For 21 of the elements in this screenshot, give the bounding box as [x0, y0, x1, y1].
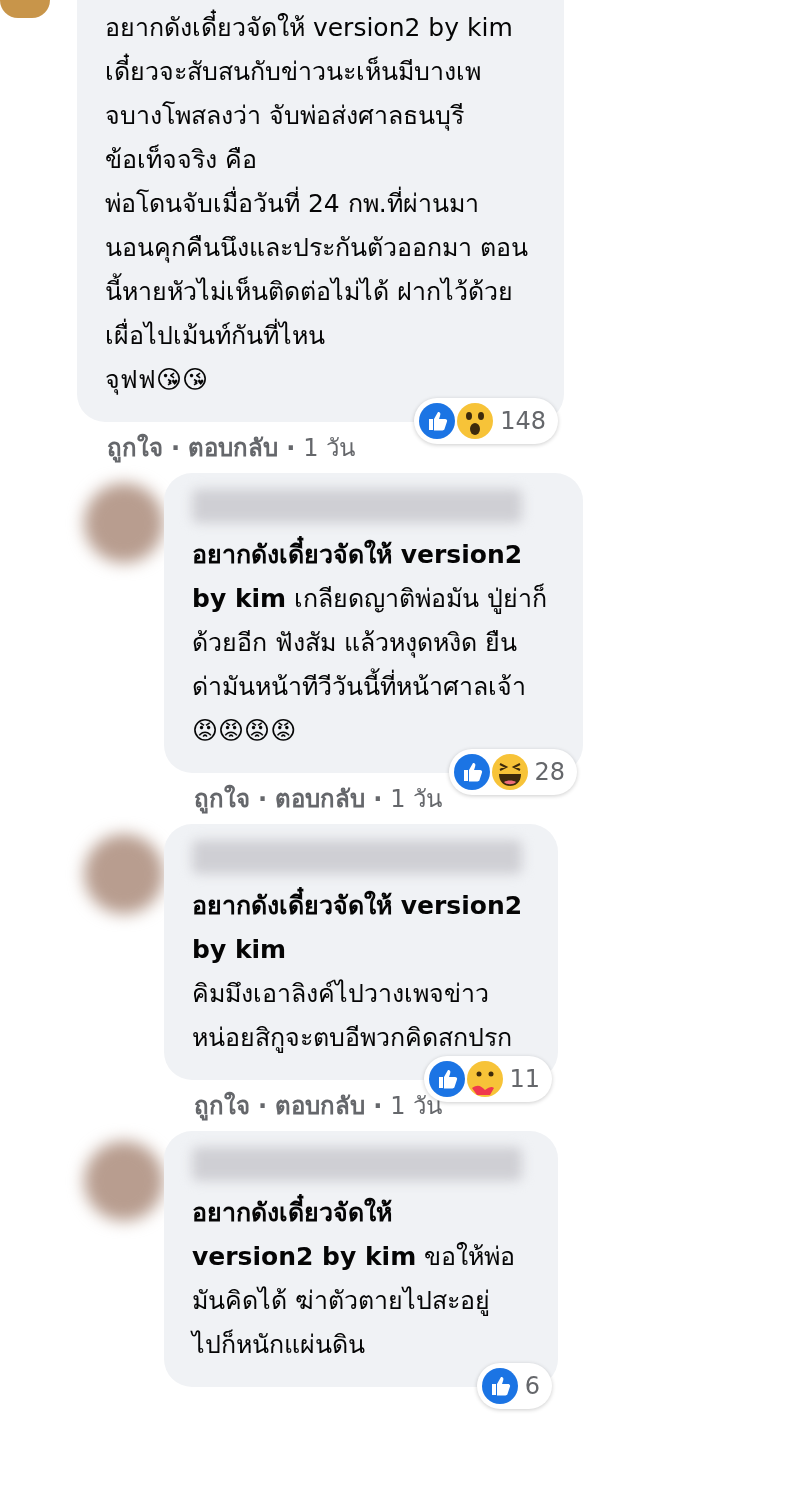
separator-dot: · — [373, 1091, 383, 1120]
separator-dot: · — [258, 784, 268, 813]
reaction-summary[interactable]: 6 — [476, 1363, 552, 1409]
reaction-count: 6 — [524, 1372, 540, 1400]
separator-dot: · — [171, 433, 181, 462]
reply-link[interactable]: ตอบกลับ — [188, 428, 279, 467]
reply-link[interactable]: ตอบกลับ — [275, 779, 366, 818]
separator-dot: · — [373, 784, 383, 813]
like-link[interactable]: ถูกใจ — [107, 428, 163, 467]
separator-dot: · — [258, 1091, 268, 1120]
separator-dot: · — [286, 433, 296, 462]
like-link[interactable]: ถูกใจ — [194, 779, 250, 818]
like-link[interactable]: ถูกใจ — [194, 1086, 250, 1125]
timestamp: 1 วัน — [303, 433, 356, 464]
reaction-summary[interactable]: 148 — [414, 398, 558, 444]
reaction-summary[interactable]: 28 — [448, 749, 578, 795]
reaction-count: 11 — [509, 1065, 541, 1093]
reaction-count: 148 — [500, 407, 546, 435]
reply-link[interactable]: ตอบกลับ — [275, 1086, 366, 1125]
timestamp: 1 วัน — [390, 784, 443, 815]
reaction-count: 28 — [534, 758, 566, 786]
